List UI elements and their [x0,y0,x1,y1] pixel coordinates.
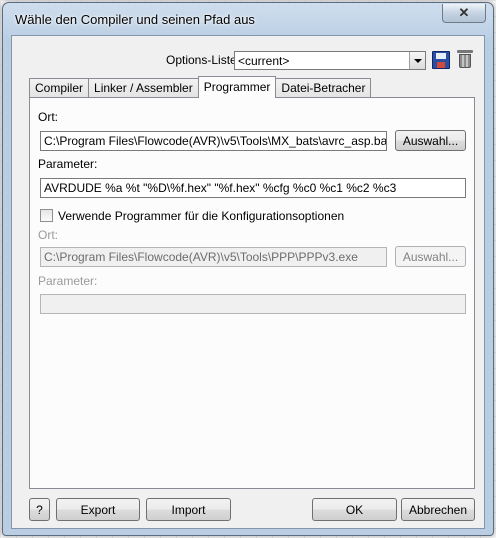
ok-button[interactable]: OK [312,498,397,521]
help-button[interactable]: ? [29,498,50,521]
dialog-body: Options-Liste: <current> Compiler Linker… [11,35,485,529]
cancel-button[interactable]: Abbrechen [401,498,475,521]
compiler-dialog: Wähle den Compiler und seinen Pfad aus ✕… [2,2,494,536]
parameter-label: Parameter: [38,157,98,171]
parameter-field[interactable]: AVRDUDE %a %t "%D\%f.hex" "%f.hex" %cfg … [40,178,466,198]
config-programmer-checkbox[interactable] [40,209,53,222]
close-icon: ✕ [458,5,470,20]
options-list-value: <current> [238,54,290,68]
ort-label: Ort: [38,110,58,124]
options-list-label: Options-Liste: [166,53,241,67]
tab-programmer[interactable]: Programmer [197,76,277,98]
config-ort-field: C:\Program Files\Flowcode(AVR)\v5\Tools\… [40,247,387,267]
config-parameter-label: Parameter: [38,274,98,288]
ort-browse-button[interactable]: Auswahl... [395,130,466,151]
close-button[interactable]: ✕ [442,4,486,23]
tab-file-viewer[interactable]: Datei-Betracher [275,78,372,98]
tab-bar: Compiler Linker / Assembler Programmer D… [29,76,372,98]
options-list-select[interactable]: <current> [234,51,426,70]
config-ort-label: Ort: [38,228,58,242]
chevron-down-icon[interactable] [409,52,425,69]
window-title: Wähle den Compiler und seinen Pfad aus [15,12,255,27]
config-parameter-field [40,294,466,314]
config-browse-button: Auswahl... [395,246,466,267]
title-bar[interactable]: Wähle den Compiler und seinen Pfad aus ✕ [3,3,493,33]
tab-linker-assembler[interactable]: Linker / Assembler [88,78,199,98]
ort-field[interactable]: C:\Program Files\Flowcode(AVR)\v5\Tools\… [40,131,387,151]
export-button[interactable]: Export [56,498,140,521]
save-icon[interactable] [432,51,450,69]
trash-icon[interactable] [456,49,474,69]
tab-compiler[interactable]: Compiler [29,78,90,98]
config-programmer-label[interactable]: Verwende Programmer für die Konfiguratio… [58,209,344,223]
programmer-panel: Ort: C:\Program Files\Flowcode(AVR)\v5\T… [29,97,475,489]
import-button[interactable]: Import [146,498,231,521]
